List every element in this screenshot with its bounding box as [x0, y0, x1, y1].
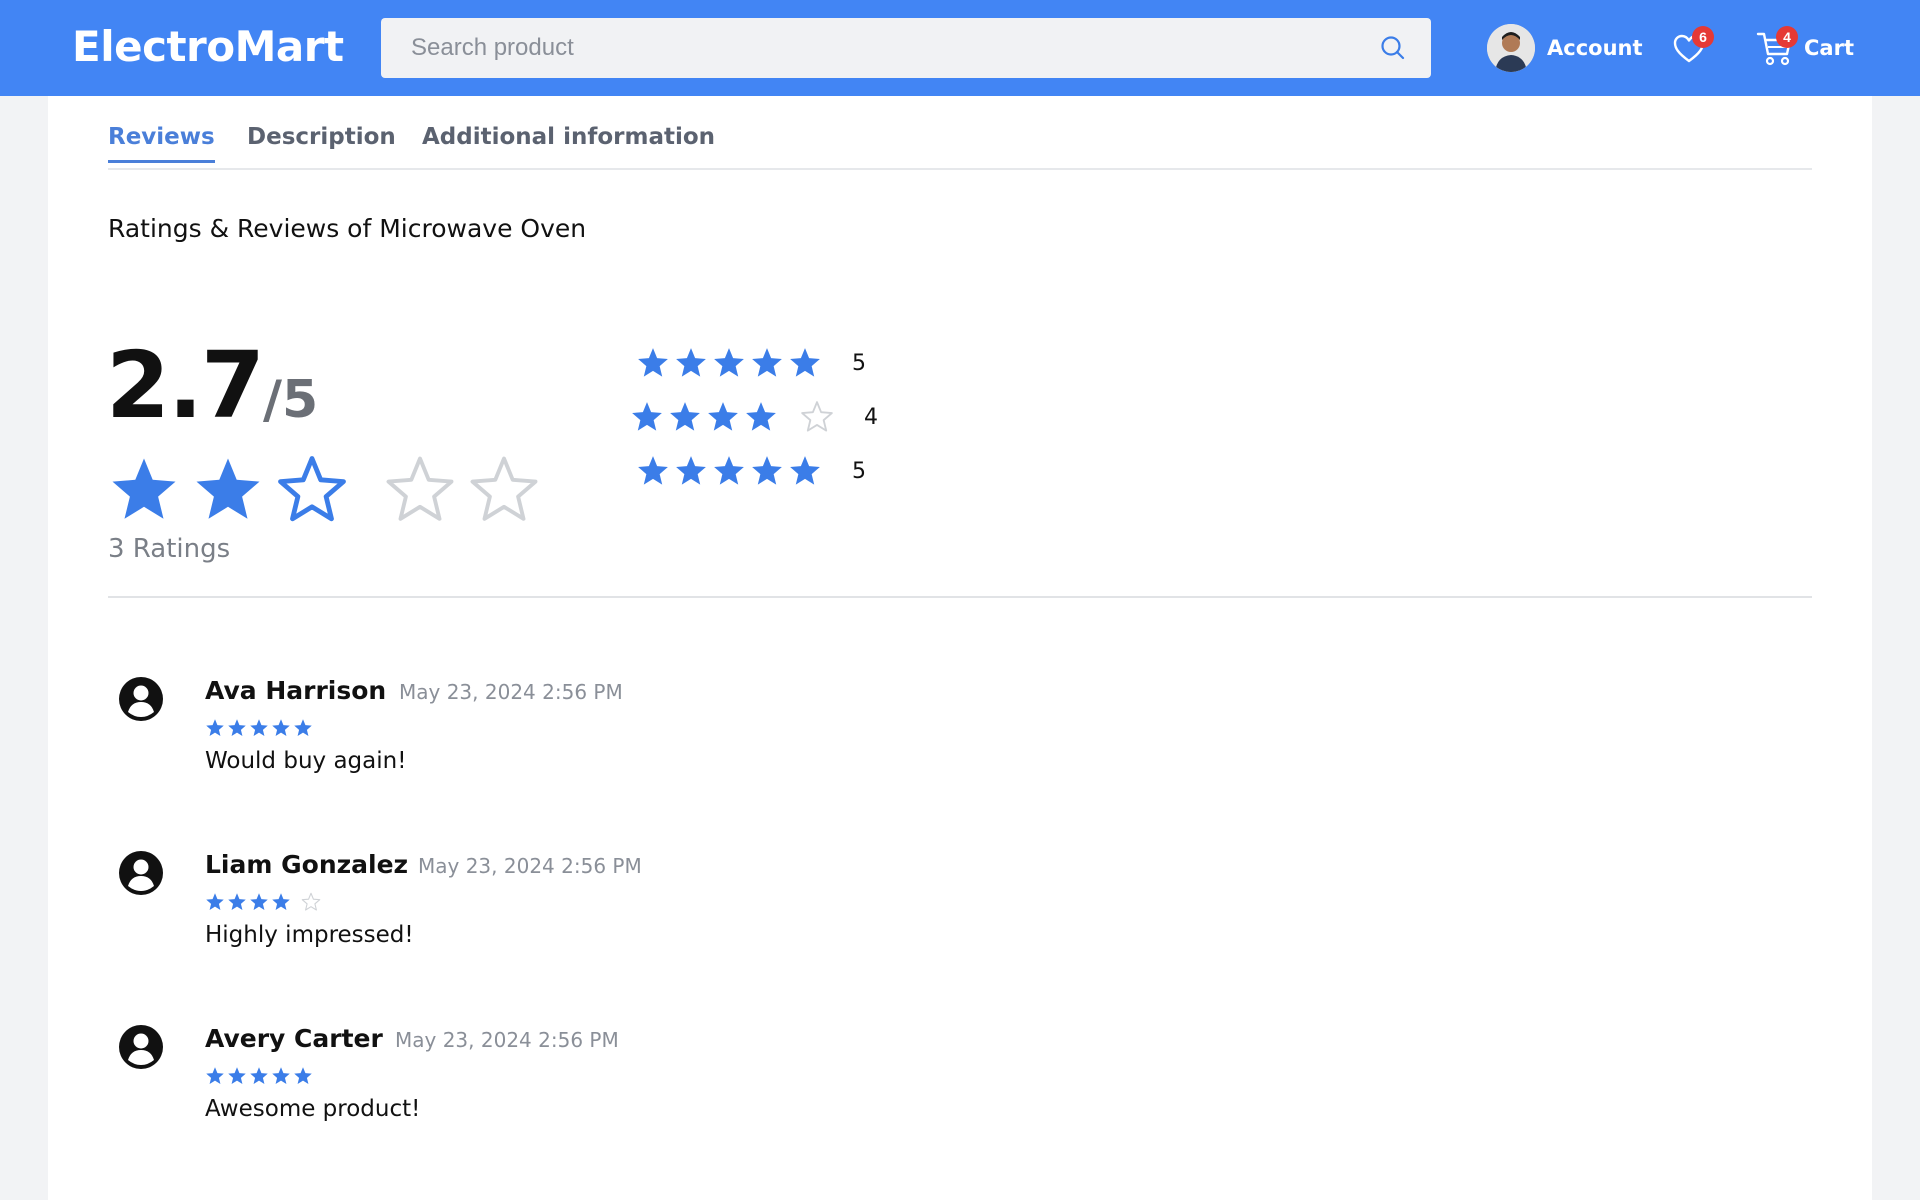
- star-filled-icon: [638, 456, 668, 485]
- distribution-stars: [630, 400, 838, 434]
- account-label: Account: [1547, 36, 1643, 60]
- cart-count-badge: 4: [1776, 26, 1798, 48]
- user-icon: [118, 850, 164, 896]
- rating-max: /5: [262, 370, 319, 430]
- star-filled-icon: [790, 456, 820, 485]
- average-rating: 2.7: [106, 332, 265, 439]
- tab-description[interactable]: Description: [247, 124, 396, 160]
- star-filled-icon: [206, 893, 224, 910]
- search-icon[interactable]: [1377, 32, 1409, 64]
- wishlist-button[interactable]: 6: [1672, 26, 1714, 68]
- ratings-count: 3 Ratings: [108, 534, 231, 564]
- review-comment: Would buy again!: [205, 748, 407, 774]
- star-filled-icon: [632, 402, 662, 431]
- star-filled-icon: [714, 348, 744, 377]
- cart-label: Cart: [1804, 36, 1854, 60]
- review-date: May 23, 2024 2:56 PM: [395, 1028, 619, 1052]
- tab-additional-information[interactable]: Additional information: [422, 124, 715, 160]
- star-filled-icon: [206, 1067, 224, 1084]
- distribution-count: 5: [852, 458, 866, 484]
- avatar: [1487, 24, 1535, 72]
- star-filled-icon: [272, 893, 290, 910]
- star-filled-icon: [228, 719, 246, 736]
- search-bar: [381, 18, 1431, 78]
- search-input[interactable]: [381, 18, 1361, 78]
- review-date: May 23, 2024 2:56 PM: [399, 680, 623, 704]
- star-filled-icon: [670, 402, 700, 431]
- star-empty-icon: [386, 456, 454, 521]
- star-filled-icon: [112, 458, 176, 519]
- review-item: Avery Carter May 23, 2024 2:56 PM Awesom…: [118, 1024, 1718, 1164]
- star-filled-icon: [250, 1067, 268, 1084]
- star-filled-icon: [272, 719, 290, 736]
- star-filled-icon: [638, 348, 668, 377]
- tab-reviews[interactable]: Reviews: [108, 124, 215, 163]
- user-icon: [118, 1024, 164, 1070]
- distribution-stars: [636, 346, 826, 380]
- section-divider: [108, 596, 1812, 598]
- review-stars: [205, 718, 315, 738]
- star-filled-icon: [228, 893, 246, 910]
- product-details-panel: Reviews Description Additional informati…: [48, 96, 1872, 1200]
- review-stars: [205, 1066, 315, 1086]
- star-filled-icon: [752, 456, 782, 485]
- rating-distribution-row: 4: [630, 400, 878, 434]
- distribution-count: 5: [852, 350, 866, 376]
- rating-distribution-row: 5: [636, 346, 866, 380]
- review-date: May 23, 2024 2:56 PM: [418, 854, 642, 878]
- star-filled-icon: [752, 348, 782, 377]
- star-filled-icon: [272, 1067, 290, 1084]
- star-empty-icon: [801, 401, 833, 432]
- rating-distribution-row: 5: [636, 454, 866, 488]
- top-header: ElectroMart Account 6: [0, 0, 1920, 96]
- star-empty-icon: [301, 892, 321, 911]
- star-filled-icon: [708, 402, 738, 431]
- star-filled-icon: [676, 456, 706, 485]
- star-filled-icon: [206, 719, 224, 736]
- distribution-count: 4: [864, 404, 878, 430]
- cart-button[interactable]: 4 Cart: [1756, 26, 1854, 68]
- reviewer-name: Liam Gonzalez: [205, 850, 409, 879]
- review-item: Liam Gonzalez May 23, 2024 2:56 PM Highl…: [118, 850, 1718, 990]
- average-score: 2.7/5: [106, 332, 318, 439]
- review-comment: Highly impressed!: [205, 922, 414, 948]
- star-filled-icon: [790, 348, 820, 377]
- star-filled-icon: [250, 893, 268, 910]
- star-filled-icon: [746, 402, 776, 431]
- logo[interactable]: ElectroMart: [72, 22, 344, 71]
- review-item: Ava Harrison May 23, 2024 2:56 PM Would …: [118, 676, 1718, 816]
- account-button[interactable]: Account: [1487, 24, 1643, 72]
- reviewer-name: Avery Carter: [205, 1024, 383, 1053]
- user-icon: [118, 676, 164, 722]
- star-outline-icon: [278, 456, 346, 522]
- star-empty-icon: [470, 456, 538, 521]
- reviews-section-title: Ratings & Reviews of Microwave Oven: [108, 214, 587, 243]
- star-filled-icon: [294, 1067, 312, 1084]
- star-filled-icon: [196, 458, 260, 519]
- distribution-stars: [636, 454, 826, 488]
- star-filled-icon: [228, 1067, 246, 1084]
- star-filled-icon: [294, 719, 312, 736]
- star-filled-icon: [714, 456, 744, 485]
- wishlist-count-badge: 6: [1692, 26, 1714, 48]
- average-star-rating: [108, 454, 552, 526]
- review-comment: Awesome product!: [205, 1096, 421, 1122]
- reviewer-name: Ava Harrison: [205, 676, 387, 705]
- star-filled-icon: [676, 348, 706, 377]
- review-stars: [205, 892, 323, 912]
- star-filled-icon: [250, 719, 268, 736]
- tab-bar: Reviews Description Additional informati…: [108, 124, 1812, 170]
